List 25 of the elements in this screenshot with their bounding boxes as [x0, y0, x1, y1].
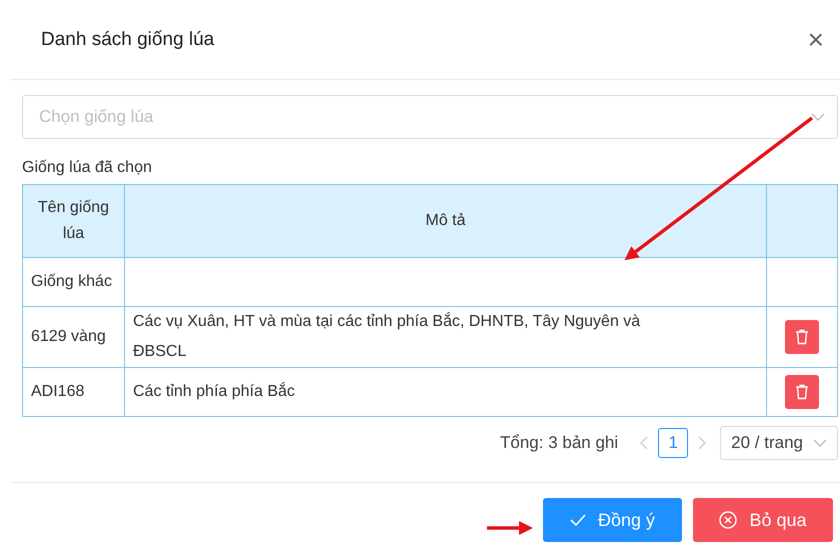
confirm-button[interactable]: Đồng ý: [543, 498, 682, 542]
annotation-arrow: [487, 521, 533, 535]
table-cell: Giống khác: [22, 258, 124, 306]
section-label: Giống lúa đã chọn: [22, 159, 153, 177]
delete-button[interactable]: [785, 375, 819, 409]
dialog-title: Danh sách giống lúa: [41, 28, 214, 50]
chevron-down-icon: [813, 439, 827, 447]
table-cell: 6129 vàng: [22, 306, 124, 368]
delete-button[interactable]: [785, 320, 819, 354]
table-cell-text: Các vụ Xuân, HT và mùa tại các tỉnh phía Bắc, DHNTB, Tây Nguyên và ĐBSCL: [133, 311, 642, 362]
check-icon: [570, 514, 586, 526]
trash-icon: [795, 384, 809, 400]
cancel-button[interactable]: Bỏ qua: [693, 498, 833, 542]
column-header: Tên giống lúa: [22, 184, 124, 258]
close-circle-icon: [719, 511, 738, 529]
trash-icon: [795, 329, 809, 345]
select-field[interactable]: Chọn giống lúa: [22, 95, 838, 139]
total-count: Tổng: 3 bản ghi: [500, 433, 618, 453]
page-button[interactable]: 1: [658, 428, 688, 458]
close-icon[interactable]: ×: [808, 26, 824, 54]
table-cell: ADI168: [22, 368, 124, 416]
page-size-select[interactable]: 20 / trang: [720, 426, 838, 460]
chevron-down-icon: [811, 113, 825, 121]
column-header: Mô tả: [124, 184, 766, 258]
table-cell-text: Các tỉnh phía phía Bắc: [133, 381, 295, 402]
